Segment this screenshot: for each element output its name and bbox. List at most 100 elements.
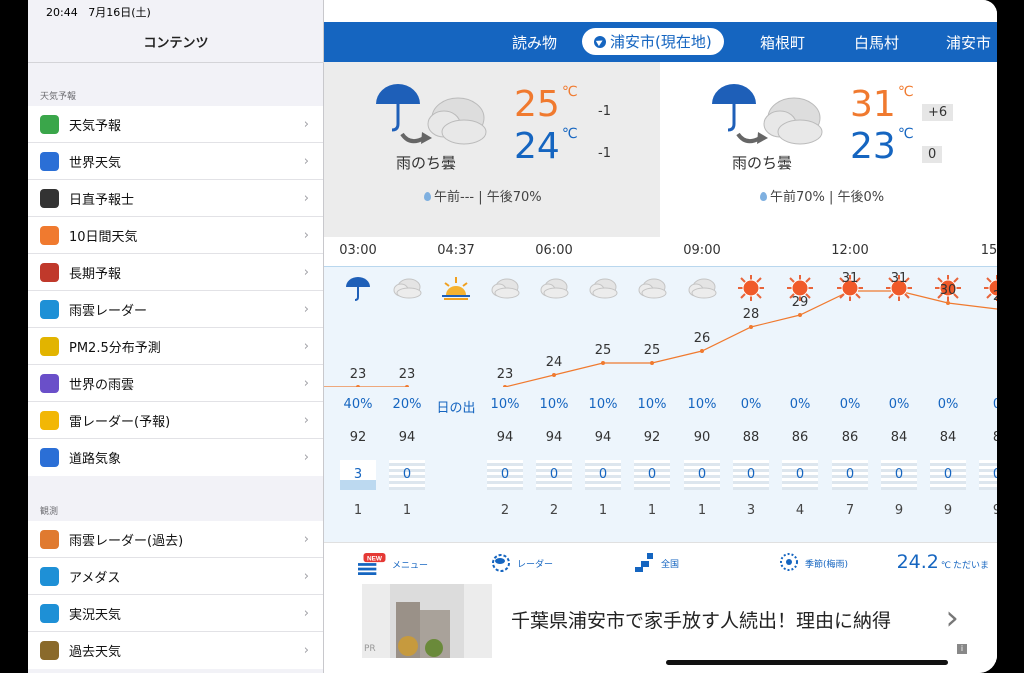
today-min-diff: -1 — [598, 146, 611, 161]
temperature-point — [749, 325, 753, 329]
sidebar-item[interactable]: 日直予報士 › — [28, 180, 323, 217]
sidebar-item[interactable]: 10日間天気 › — [28, 217, 323, 254]
today-max-temp: 25 ℃ — [514, 84, 578, 125]
season-button[interactable]: 季節(梅雨) — [779, 553, 848, 573]
sidebar-item[interactable]: PM2.5分布予測 › — [28, 328, 323, 365]
rain-probability: 10% — [490, 397, 520, 412]
rain-probability: 0% — [839, 397, 861, 412]
tab-reading[interactable]: 読み物 — [512, 32, 557, 53]
rain-probability: 0% — [789, 397, 811, 412]
cloud-icon — [686, 275, 718, 301]
precipitation-value: 0 — [979, 467, 997, 482]
menu-icon: NEW — [358, 553, 386, 575]
sidebar-item[interactable]: アメダス › — [28, 558, 323, 595]
umbrella-icon — [342, 275, 374, 301]
chevron-right-icon[interactable]: › — [945, 598, 959, 638]
temperature-point — [946, 301, 950, 305]
precipitation: 0 — [389, 460, 425, 490]
rain-probability: 20% — [392, 397, 422, 412]
home-indicator[interactable] — [666, 660, 948, 665]
sidebar-item-label: 世界の雨雲 — [69, 377, 135, 393]
info-icon[interactable]: i — [957, 644, 967, 654]
hour-label: 12:00 — [831, 243, 869, 258]
sidebar-item[interactable]: 天気予報 › — [28, 106, 323, 143]
sidebar-item[interactable]: 過去天気 › — [28, 632, 323, 669]
sidebar-item[interactable]: 道路気象 › — [28, 439, 323, 476]
cloud-icon — [587, 275, 619, 301]
chevron-right-icon: › — [303, 339, 309, 354]
svg-text:NEW: NEW — [367, 555, 383, 562]
current-temp[interactable]: 24.2 ℃ ただいま — [897, 551, 989, 573]
wind-speed: 9 — [943, 503, 953, 518]
wind-speed: 1 — [402, 503, 412, 518]
hydrangea-icon — [780, 553, 798, 571]
temperature-point — [798, 313, 802, 317]
rain-probability: 日の出 — [436, 401, 476, 416]
sidebar-item-label: 雨雲レーダー — [69, 303, 148, 319]
wind-speed: 2 — [549, 503, 559, 518]
precipitation: 0 — [979, 460, 997, 490]
location-arrow-icon — [594, 35, 606, 48]
rain-then-cloudy-icon — [712, 84, 823, 145]
tab-hakone[interactable]: 箱根町 — [760, 32, 805, 53]
tomorrow-forecast-card[interactable]: 雨のち曇 31 ℃ +6 23 ℃ 0 午前70% | 午後0% — [660, 62, 997, 237]
hourly-forecast[interactable]: 40% 92 1 3 20% 94 1 0 日の出 10% 94 2 0 10% 94 2 0 10% 94 1 0 10… — [324, 267, 997, 542]
temperature-point — [552, 373, 556, 377]
radar-button[interactable]: レーダー — [491, 553, 553, 573]
rain-probability: 10% — [687, 397, 717, 412]
sidebar-item[interactable]: 世界天気 › — [28, 143, 323, 180]
sidebar-item-label: アメダス — [69, 570, 121, 586]
wind-speed: 3 — [746, 503, 756, 518]
wind-speed: 1 — [647, 503, 657, 518]
ad-banner[interactable]: PR 千葉県浦安市で家手放す人続出！理由に納得 › i — [362, 584, 997, 662]
tomorrow-weather-text: 雨のち曇 — [732, 154, 793, 172]
sidebar-item[interactable]: 雷レーダー(予報) › — [28, 402, 323, 439]
precipitation: 0 — [487, 460, 523, 490]
chevron-right-icon: › — [303, 117, 309, 132]
cloud-icon — [538, 275, 570, 301]
sidebar-item-label: 雷レーダー(予報) — [69, 414, 171, 430]
tab-urayasu[interactable]: 浦安市 — [946, 32, 991, 53]
tomorrow-rain-chance: 午前70% | 午後0% — [760, 186, 884, 205]
temperature-label: 23 — [496, 367, 514, 382]
sidebar-item-label: 日直予報士 — [69, 192, 135, 208]
location-tabs: 読み物 浦安市(現在地) 箱根町 白馬村 浦安市 — [324, 22, 997, 62]
humidity: 94 — [398, 430, 416, 445]
sidebar-item[interactable]: 実況天気 › — [28, 595, 323, 632]
sidebar-item[interactable]: 世界の雨雲 › — [28, 365, 323, 402]
ad-headline[interactable]: 千葉県浦安市で家手放す人続出！理由に納得 — [511, 606, 891, 633]
precipitation-value: 0 — [943, 467, 953, 482]
rain-radar-past-icon — [40, 529, 59, 549]
national-button[interactable]: 全国 — [635, 553, 679, 573]
precipitation: 0 — [684, 460, 720, 490]
today-weather-text: 雨のち曇 — [396, 154, 457, 172]
menu-button[interactable]: NEW メニュー — [352, 553, 428, 575]
tab-current-location[interactable]: 浦安市(現在地) — [582, 28, 724, 55]
rain-radar-icon — [40, 299, 59, 319]
world-rain-icon — [40, 373, 59, 393]
status-time: 20:44 7月16日(土) — [46, 6, 151, 19]
temperature-point — [700, 349, 704, 353]
chevron-right-icon: › — [303, 643, 309, 658]
humidity: 84 — [939, 430, 957, 445]
precipitation: 0 — [634, 460, 670, 490]
temperature-point — [356, 385, 360, 387]
rain-probability: 10% — [588, 397, 618, 412]
sidebar-item[interactable]: 長期予報 › — [28, 254, 323, 291]
humidity: 94 — [496, 430, 514, 445]
temperature-label: 23 — [349, 367, 367, 382]
precipitation-value: 0 — [697, 467, 707, 482]
ad-image — [362, 584, 492, 658]
chevron-right-icon: › — [303, 154, 309, 169]
sidebar-item[interactable]: 雨雲レーダー(過去) › — [28, 521, 323, 558]
hour-labels-row: 03:00 04:37 06:00 09:00 12:00 15 — [324, 237, 997, 267]
today-forecast-card[interactable]: 雨のち曇 25 ℃ -1 24 ℃ -1 午前--- | 午後70% — [324, 62, 660, 237]
sidebar-item[interactable]: 雨雲レーダー › — [28, 291, 323, 328]
forecast-icon — [40, 114, 59, 134]
section-label-observation: 観測 — [40, 507, 59, 517]
temperature-label: 31 — [841, 271, 859, 286]
humidity: 86 — [791, 430, 809, 445]
tab-hakuba[interactable]: 白馬村 — [854, 32, 899, 53]
temperature-label: 25 — [643, 343, 661, 358]
temperature-point — [405, 385, 409, 387]
